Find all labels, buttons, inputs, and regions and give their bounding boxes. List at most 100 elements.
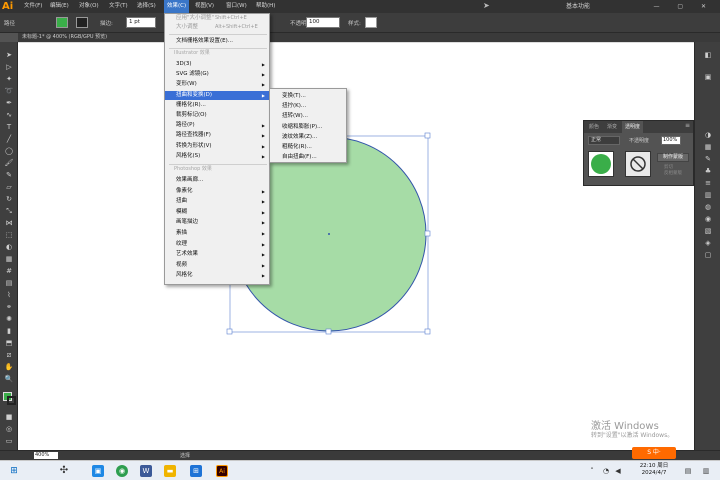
volume-icon[interactable]: ◀ xyxy=(612,465,624,477)
color-mode-icon[interactable]: ■ xyxy=(4,412,14,422)
menu-type[interactable]: 文字(T) xyxy=(109,0,128,13)
artboard-tool-icon[interactable]: ⬒ xyxy=(4,338,14,348)
blend-mode-select[interactable]: 正常 xyxy=(588,136,620,145)
send-icon[interactable]: ➤ xyxy=(483,1,493,11)
ellipse-tool-icon[interactable]: ◯ xyxy=(4,146,14,156)
canvas[interactable]: 激活 Windows 转到"设置"以激活 Windows。 xyxy=(18,42,694,450)
photoshop-effect-item[interactable]: 画笔描边 ▶ xyxy=(165,218,269,228)
eraser-tool-icon[interactable]: ▱ xyxy=(4,182,14,192)
menu-edit[interactable]: 编辑(E) xyxy=(50,0,69,13)
mask-thumbnail[interactable] xyxy=(625,151,651,177)
menu-file[interactable]: 文件(F) xyxy=(24,0,42,13)
illustrator-effect-item[interactable]: 3D(3) ▶ xyxy=(165,60,269,70)
rotate-tool-icon[interactable]: ↻ xyxy=(4,194,14,204)
perspective-grid-tool-icon[interactable]: ▦ xyxy=(4,254,14,264)
photoshop-effect-item[interactable]: 视频 ▶ xyxy=(165,261,269,271)
opacity-field[interactable]: 100 xyxy=(306,17,340,28)
illustrator-effect-item[interactable]: 裁剪标记(O) xyxy=(165,111,269,121)
direct-selection-tool-icon[interactable]: ▷ xyxy=(4,62,14,72)
illustrator-effect-item[interactable]: 风格化(S) ▶ xyxy=(165,152,269,162)
notification-icon[interactable]: ▤ xyxy=(682,465,694,477)
document-tab[interactable]: 未标题-1* @ 400% (RGB/GPU 预览) xyxy=(22,33,107,42)
panel-opacity-field[interactable]: 100% xyxy=(661,136,681,145)
photoshop-effect-item[interactable]: 素描 ▶ xyxy=(165,229,269,239)
slice-tool-icon[interactable]: ⧄ xyxy=(4,350,14,360)
line-tool-icon[interactable]: ╱ xyxy=(4,134,14,144)
distort-submenu-item[interactable]: 波纹效果(Z)... xyxy=(270,132,346,142)
lasso-tool-icon[interactable]: ➰ xyxy=(4,86,14,96)
brushes-icon[interactable]: ✎ xyxy=(703,154,713,164)
pen-tool-icon[interactable]: ✒ xyxy=(4,98,14,108)
curvature-tool-icon[interactable]: ∿ xyxy=(4,110,14,120)
artboards-icon[interactable]: ▢ xyxy=(703,250,713,260)
libraries-icon[interactable]: ▣ xyxy=(703,72,713,82)
network-icon[interactable]: ◔ xyxy=(600,465,612,477)
selection-tool-icon[interactable]: ➤ xyxy=(4,50,14,60)
start-icon[interactable]: ⊞ xyxy=(8,465,20,477)
type-tool-icon[interactable]: T xyxy=(4,122,14,132)
style-swatch[interactable] xyxy=(365,17,377,28)
photos-app-icon[interactable]: ▣ xyxy=(92,465,104,477)
shape-builder-tool-icon[interactable]: ◐ xyxy=(4,242,14,252)
distort-submenu-item[interactable]: 扭转(W)... xyxy=(270,111,346,121)
bbox-handle[interactable] xyxy=(325,328,332,335)
color-panel-icon[interactable]: ◑ xyxy=(703,130,713,140)
symbols-icon[interactable]: ♣ xyxy=(703,166,713,176)
hand-tool-icon[interactable]: ✋ xyxy=(4,362,14,372)
transparency-panel-icon[interactable]: ◍ xyxy=(703,202,713,212)
ime-toolbar[interactable]: S 中· xyxy=(632,447,676,459)
stroke-swatch[interactable] xyxy=(76,17,88,28)
photoshop-effect-item[interactable]: 扭曲 ▶ xyxy=(165,197,269,207)
menu-object[interactable]: 对象(O) xyxy=(79,0,99,13)
scale-tool-icon[interactable]: ⤡ xyxy=(4,206,14,216)
photoshop-effect-item[interactable]: 艺术效果 ▶ xyxy=(165,250,269,260)
paintbrush-tool-icon[interactable]: 🖌 xyxy=(4,158,14,168)
tray-arrow-icon[interactable]: ˄ xyxy=(586,465,598,477)
gradient-panel-icon[interactable]: ▥ xyxy=(703,190,713,200)
menu-view[interactable]: 视图(V) xyxy=(195,0,214,13)
screen-mode-icon[interactable]: ▭ xyxy=(4,436,14,446)
free-transform-tool-icon[interactable]: ⬚ xyxy=(4,230,14,240)
menu-help[interactable]: 帮助(H) xyxy=(256,0,275,13)
stroke-weight-field[interactable]: 1 pt xyxy=(126,17,156,28)
zoom-tool-icon[interactable]: 🔍 xyxy=(4,374,14,384)
bars-icon[interactable]: ▥ xyxy=(700,465,712,477)
illustrator-effect-item[interactable]: SVG 滤镜(G) ▶ xyxy=(165,70,269,80)
stroke-panel-icon[interactable]: ≡ xyxy=(703,178,713,188)
tab-transparency[interactable]: 透明度 xyxy=(622,121,644,133)
bbox-handle[interactable] xyxy=(424,328,431,335)
photoshop-effect-item[interactable]: 效果画廊... xyxy=(165,176,269,186)
stroke-color-icon[interactable] xyxy=(7,396,16,405)
fill-swatch[interactable] xyxy=(56,17,68,28)
gradient-tool-icon[interactable]: ▤ xyxy=(4,278,14,288)
width-tool-icon[interactable]: ⋈ xyxy=(4,218,14,228)
illustrator-effect-item[interactable]: 路径(P) ▶ xyxy=(165,121,269,131)
distort-submenu-item[interactable]: 收缩和膨胀(P)... xyxy=(270,122,346,132)
illustrator-effect-item[interactable]: 扭曲和变换(D) ▶ xyxy=(165,90,269,101)
zoom-field[interactable]: 400% xyxy=(34,452,58,459)
system-clock[interactable]: 22:10 周日 2024/4/7 xyxy=(632,463,676,479)
pencil-tool-icon[interactable]: ✎ xyxy=(4,170,14,180)
mesh-tool-icon[interactable]: # xyxy=(4,266,14,276)
menu-select[interactable]: 选择(S) xyxy=(137,0,156,13)
distort-submenu-item[interactable]: 变换(T)... xyxy=(270,91,346,101)
fan-app-icon[interactable]: ✣ xyxy=(58,465,70,477)
graphic-styles-icon[interactable]: ▧ xyxy=(703,226,713,236)
photoshop-effect-item[interactable]: 像素化 ▶ xyxy=(165,187,269,197)
panel-menu-icon[interactable]: ≡ xyxy=(685,122,690,129)
eyedropper-tool-icon[interactable]: ⌇ xyxy=(4,290,14,300)
object-thumbnail[interactable] xyxy=(588,151,614,177)
make-mask-button[interactable]: 制作蒙版 xyxy=(657,153,689,162)
photoshop-effect-item[interactable]: 风格化 ▶ xyxy=(165,271,269,281)
magic-wand-tool-icon[interactable]: ✦ xyxy=(4,74,14,84)
tab-color[interactable]: 颜色 xyxy=(586,121,602,133)
current-tool-status[interactable]: 选择 xyxy=(180,452,190,460)
properties-icon[interactable]: ◧ xyxy=(703,50,713,60)
menu-effect[interactable]: 效果(C) xyxy=(164,0,190,13)
photoshop-effect-item[interactable]: 纹理 ▶ xyxy=(165,240,269,250)
bbox-handle[interactable] xyxy=(424,230,431,237)
illustrator-effect-item[interactable]: 栅格化(R)... xyxy=(165,101,269,111)
blend-tool-icon[interactable]: ⚭ xyxy=(4,302,14,312)
word-icon[interactable]: W xyxy=(140,465,152,477)
file-explorer-icon[interactable]: ▬ xyxy=(164,465,176,477)
